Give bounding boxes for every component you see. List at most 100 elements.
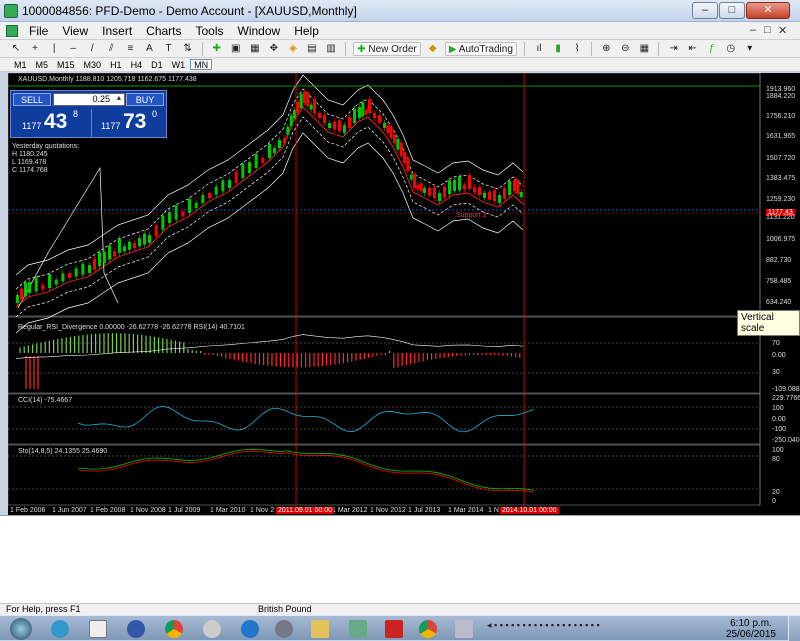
lot-increase-icon[interactable]: ▲ [115, 93, 123, 104]
candle-body [378, 115, 381, 123]
templates-icon[interactable]: ▾ [743, 42, 757, 56]
new-chart-icon[interactable]: ✚ [210, 42, 224, 56]
zoom-in-icon[interactable]: ⊕ [599, 42, 613, 56]
candle-body [516, 180, 520, 194]
trendline-icon[interactable]: / [85, 42, 99, 56]
cci-scale-label: 0.00 [772, 416, 786, 423]
menu-view[interactable]: View [55, 23, 95, 39]
tile-windows-icon[interactable]: ▦ [637, 42, 651, 56]
chart-window[interactable]: XAUUSD,Monthly 1188.810 1205.718 1162.67… [8, 73, 800, 515]
price-scale-label: 1756.210 [766, 113, 796, 120]
indicators-icon[interactable]: ƒ [705, 42, 719, 56]
new-order-button[interactable]: ✚ New Order [353, 42, 421, 56]
child-minimize-button[interactable]: – [750, 24, 756, 36]
candle-body [409, 174, 413, 180]
candle-body [234, 172, 238, 183]
candle-body [313, 99, 316, 113]
vertical-line-icon[interactable]: | [47, 42, 61, 56]
crosshair-icon[interactable]: + [28, 42, 42, 56]
show-desktop-button[interactable] [788, 616, 800, 641]
menu-insert[interactable]: Insert [95, 23, 139, 39]
data-window-icon[interactable]: ✥ [267, 42, 281, 56]
periods-icon[interactable]: ◷ [724, 42, 738, 56]
child-restore-button[interactable]: □ [764, 24, 771, 36]
market-watch-icon[interactable]: ▦ [248, 42, 262, 56]
metaeditor-icon[interactable]: ◆ [426, 42, 440, 56]
candle-body [361, 102, 365, 117]
candle-body [174, 205, 178, 220]
bid-price[interactable]: 1177 43 8 [13, 109, 89, 137]
app-icon-7[interactable] [268, 618, 300, 640]
date-axis-label: 1 Nov 2008 [130, 507, 166, 514]
text-icon[interactable]: A [142, 42, 156, 56]
navigator-icon[interactable]: ◈ [286, 42, 300, 56]
stochastic-signal-line [77, 450, 535, 493]
calculator-icon[interactable] [448, 618, 480, 640]
buy-button[interactable]: BUY [126, 93, 164, 106]
candle-body [403, 152, 406, 163]
clock[interactable]: 6:10 p.m. 25/06/2015 [726, 618, 776, 640]
new-order-label: New Order [368, 44, 417, 55]
timeframe-m15[interactable]: M15 [53, 59, 79, 70]
chrome-window-icon[interactable] [412, 618, 444, 640]
strategy-tester-icon[interactable]: ▥ [324, 42, 338, 56]
timeframe-d1[interactable]: D1 [147, 59, 167, 70]
chart-canvas[interactable] [8, 73, 800, 515]
menu-help[interactable]: Help [287, 23, 326, 39]
ask-price[interactable]: 1177 73 0 [91, 109, 167, 137]
candle-body [93, 258, 96, 270]
bar-chart-icon[interactable]: ıl [532, 42, 546, 56]
zip-app-icon[interactable] [234, 618, 266, 640]
calendar-app-icon[interactable] [82, 618, 114, 640]
timeframe-w1[interactable]: W1 [168, 59, 190, 70]
menu-file[interactable]: File [22, 23, 55, 39]
minimize-button[interactable]: – [692, 2, 718, 19]
chrome-icon[interactable] [158, 618, 190, 640]
timeframe-h4[interactable]: H4 [127, 59, 147, 70]
pane-border [8, 444, 761, 506]
candle-body [318, 113, 321, 118]
candle-body [348, 117, 351, 128]
menu-window[interactable]: Window [231, 23, 288, 39]
price-scale-label: 1631.965 [766, 133, 796, 140]
timeframe-m30[interactable]: M30 [80, 59, 106, 70]
app-icon-5[interactable] [196, 618, 228, 640]
maximize-button[interactable]: □ [719, 2, 745, 19]
timeframe-m1[interactable]: M1 [10, 59, 31, 70]
horizontal-line-icon[interactable]: – [66, 42, 80, 56]
auto-scroll-icon[interactable]: ⇥ [667, 42, 681, 56]
candlestick-icon[interactable]: ▮ [551, 42, 565, 56]
start-button[interactable] [4, 616, 38, 641]
folder-icon[interactable] [304, 618, 336, 640]
text-label-icon[interactable]: T [162, 42, 176, 56]
yesterday-high: H 1180.245 [12, 151, 48, 158]
line-chart-icon[interactable]: ⌇ [570, 42, 584, 56]
chart-shift-icon[interactable]: ⇤ [686, 42, 700, 56]
tray-icons[interactable]: ◂ ▪ ▪ ▪ ▪ ▪ ▪ ▪ ▪ ▪ ▪ ▪ ▪ ▪ ▪ ▪ ▪ ▪ ▪ ▪ [487, 620, 600, 630]
media-app-icon[interactable] [120, 618, 152, 640]
child-close-button[interactable]: ✕ [778, 24, 787, 37]
rsi-scale-label: 70 [772, 340, 780, 347]
menu-tools[interactable]: Tools [189, 23, 231, 39]
candle-body [458, 176, 461, 191]
pdf-reader-icon[interactable] [378, 618, 410, 640]
candle-body [309, 104, 313, 110]
channel-icon[interactable]: ⫽ [104, 42, 118, 56]
app-icon-9[interactable] [342, 618, 374, 640]
menu-charts[interactable]: Charts [139, 23, 188, 39]
profiles-icon[interactable]: ▣ [229, 42, 243, 56]
timeframe-m5[interactable]: M5 [32, 59, 53, 70]
arrows-icon[interactable]: ⇅ [181, 42, 195, 56]
timeframe-h1[interactable]: H1 [106, 59, 126, 70]
sell-button[interactable]: SELL [13, 93, 51, 106]
candle-body [396, 138, 400, 150]
cursor-icon[interactable]: ↖ [9, 42, 23, 56]
zoom-out-icon[interactable]: ⊖ [618, 42, 632, 56]
close-button[interactable]: ✕ [746, 2, 790, 19]
internet-explorer-icon[interactable] [44, 618, 76, 640]
fibonacci-icon[interactable]: ≡ [123, 42, 137, 56]
timeframe-mn[interactable]: MN [190, 59, 213, 70]
autotrading-button[interactable]: ▶ AutoTrading [444, 42, 517, 56]
candle-body [353, 109, 356, 123]
terminal-icon[interactable]: ▤ [305, 42, 319, 56]
